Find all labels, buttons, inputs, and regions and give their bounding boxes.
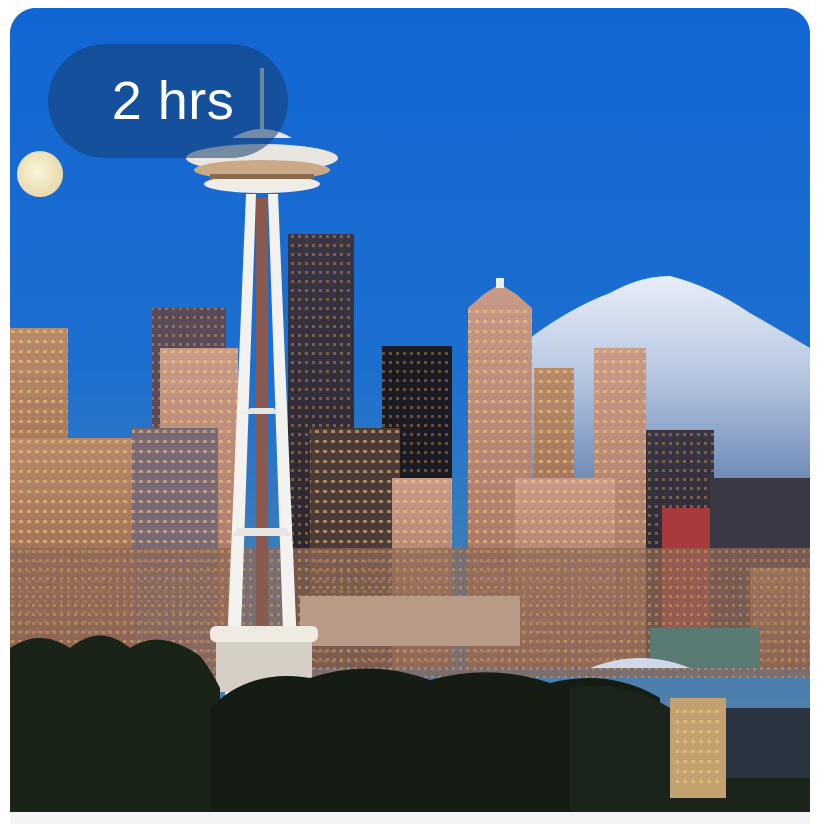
duration-badge: 2 hrs: [48, 44, 288, 158]
card-footer-strip: [10, 812, 810, 824]
duration-label: 2 hrs: [111, 71, 235, 131]
destination-card[interactable]: 2 hrs: [10, 8, 810, 812]
